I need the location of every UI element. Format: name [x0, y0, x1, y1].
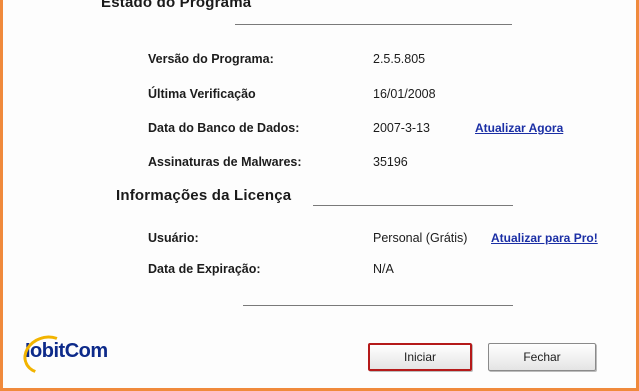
- malware-signatures-value: 35196: [373, 155, 408, 169]
- license-info-title: Informações da Licença: [116, 187, 292, 204]
- database-date-label: Data do Banco de Dados:: [148, 121, 300, 135]
- dialog-frame: Estado do Programa Versão do Programa: 2…: [0, 0, 639, 391]
- logo-swoosh-icon: [17, 329, 75, 381]
- close-button[interactable]: Fechar: [488, 343, 596, 371]
- upgrade-to-pro-link[interactable]: Atualizar para Pro!: [491, 231, 598, 245]
- expiration-date-value: N/A: [373, 262, 394, 276]
- malware-signatures-label: Assinaturas de Malwares:: [148, 155, 302, 169]
- last-check-value: 16/01/2008: [373, 87, 436, 101]
- last-check-label: Última Verificação: [148, 87, 256, 101]
- program-status-title: Estado do Programa: [101, 0, 252, 11]
- program-version-value: 2.5.5.805: [373, 52, 426, 66]
- user-label: Usuário:: [148, 231, 199, 245]
- footer-divider: [243, 305, 513, 306]
- user-value: Personal (Grátis): [373, 231, 468, 245]
- section-divider: [313, 205, 513, 206]
- expiration-date-label: Data de Expiração:: [148, 262, 261, 276]
- database-date-value: 2007-3-13: [373, 121, 430, 135]
- iobit-logo: IobitCom: [17, 329, 108, 381]
- update-now-link[interactable]: Atualizar Agora: [475, 121, 563, 135]
- section-divider: [235, 24, 512, 25]
- start-button[interactable]: Iniciar: [368, 343, 472, 371]
- program-version-label: Versão do Programa:: [148, 52, 274, 66]
